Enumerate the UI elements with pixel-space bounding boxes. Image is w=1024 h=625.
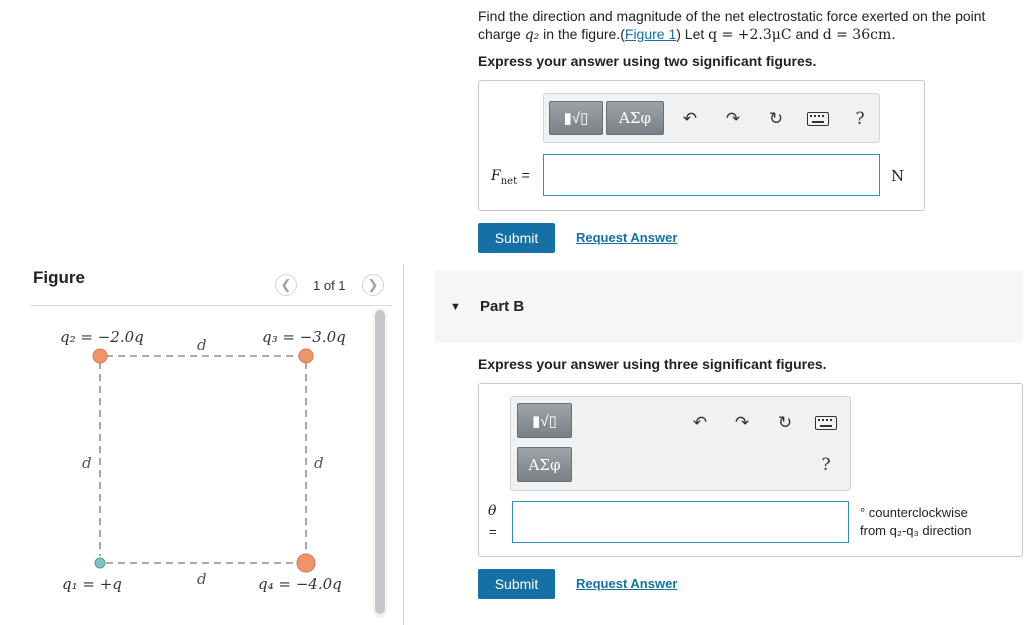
part-b-unit-line2: from q₂-q₃ direction	[860, 523, 972, 538]
part-b-unit-line1: ° counterclockwise	[860, 505, 968, 520]
part-a-request-answer-link[interactable]: Request Answer	[576, 230, 677, 245]
redo-icon: ↷	[734, 413, 750, 432]
label-d-bottom: d	[197, 570, 207, 588]
part-a-template-button[interactable]: ▮√▯	[549, 101, 603, 135]
label-q4: q₄ = −4.0q	[258, 575, 342, 593]
fnet-label: Fnet =	[491, 167, 530, 187]
help-icon: ?	[855, 109, 865, 129]
label-q3: q₃ = −3.0q	[262, 328, 346, 346]
reset-icon: ↻	[768, 109, 784, 128]
label-q2: q₂ = −2.0q	[60, 328, 144, 346]
problem-and: and	[795, 26, 819, 42]
keyboard-icon	[807, 112, 829, 126]
redo-icon: ↷	[725, 109, 741, 128]
undo-icon: ↶	[692, 413, 708, 432]
problem-mid: in the figure.(	[543, 26, 625, 42]
part-a-help-button[interactable]: ?	[848, 107, 872, 131]
part-b-help-button[interactable]: ?	[814, 453, 838, 477]
fnet-symbol: F	[491, 168, 501, 184]
fnet-equals: =	[521, 167, 530, 183]
problem-statement: Find the direction and magnitude of the …	[478, 7, 1008, 44]
part-b-reset-button[interactable]: ↻	[773, 411, 797, 435]
theta-input[interactable]	[512, 501, 849, 543]
charge-q3-dot	[298, 348, 314, 364]
charge-q4-dot	[296, 553, 316, 573]
radical-template-icon: ▮√▯	[532, 412, 557, 430]
keyboard-icon	[815, 416, 837, 430]
undo-icon: ↶	[682, 109, 698, 128]
problem-given-prefix: ) Let	[676, 26, 705, 42]
part-a-math-toolbar: ▮√▯ ΑΣφ ↶ ↷ ↻ ?	[543, 93, 880, 143]
fnet-input[interactable]	[543, 154, 880, 196]
part-b-submit-button[interactable]: Submit	[478, 569, 555, 599]
charge-q1-dot	[94, 557, 106, 569]
part-b-math-toolbar: ▮√▯ ΑΣφ ↶ ↷ ↻ ?	[510, 396, 851, 491]
label-d-right: d	[314, 454, 324, 472]
label-d-top: d	[197, 336, 207, 354]
part-b-title: Part B	[480, 298, 525, 315]
radical-template-icon: ▮√▯	[563, 110, 589, 127]
charge-square-diagram	[92, 348, 316, 573]
greek-symbols-icon: ΑΣφ	[619, 109, 651, 127]
part-a-undo-button[interactable]: ↶	[678, 107, 702, 131]
charge-q2-dot	[92, 348, 108, 364]
given-d: d = 36cm.	[822, 27, 896, 43]
part-a-greek-button[interactable]: ΑΣφ	[606, 101, 664, 135]
reset-icon: ↻	[777, 413, 793, 432]
part-b-unit: ° counterclockwise from q₂-q₃ direction	[860, 504, 1010, 540]
fnet-subscript: net	[500, 175, 518, 187]
part-a-redo-button[interactable]: ↷	[721, 107, 745, 131]
figure-link[interactable]: Figure 1	[625, 26, 676, 42]
part-b-request-answer-link[interactable]: Request Answer	[576, 576, 677, 591]
part-a-keyboard-button[interactable]	[806, 107, 830, 131]
part-a-submit-button[interactable]: Submit	[478, 223, 555, 253]
part-b-redo-button[interactable]: ↷	[730, 411, 754, 435]
given-q: q = +2.3μC	[708, 27, 792, 43]
greek-symbols-icon: ΑΣφ	[528, 455, 561, 474]
part-b-greek-button[interactable]: ΑΣφ	[517, 447, 572, 482]
part-a-unit: N	[891, 167, 905, 185]
theta-equals: =	[489, 524, 497, 539]
label-d-left: d	[82, 454, 92, 472]
caret-down-icon[interactable]: ▼	[450, 301, 461, 313]
part-a-instruction: Express your answer using two significan…	[478, 53, 817, 69]
help-icon: ?	[821, 455, 831, 475]
part-b-undo-button[interactable]: ↶	[688, 411, 712, 435]
problem-charge: q₂	[524, 27, 540, 43]
part-b-keyboard-button[interactable]	[814, 411, 838, 435]
part-a-reset-button[interactable]: ↻	[764, 107, 788, 131]
theta-label: θ	[488, 503, 497, 519]
label-q1: q₁ = +q	[62, 575, 122, 593]
part-b-template-button[interactable]: ▮√▯	[517, 403, 572, 438]
part-b-instruction: Express your answer using three signific…	[478, 356, 827, 372]
